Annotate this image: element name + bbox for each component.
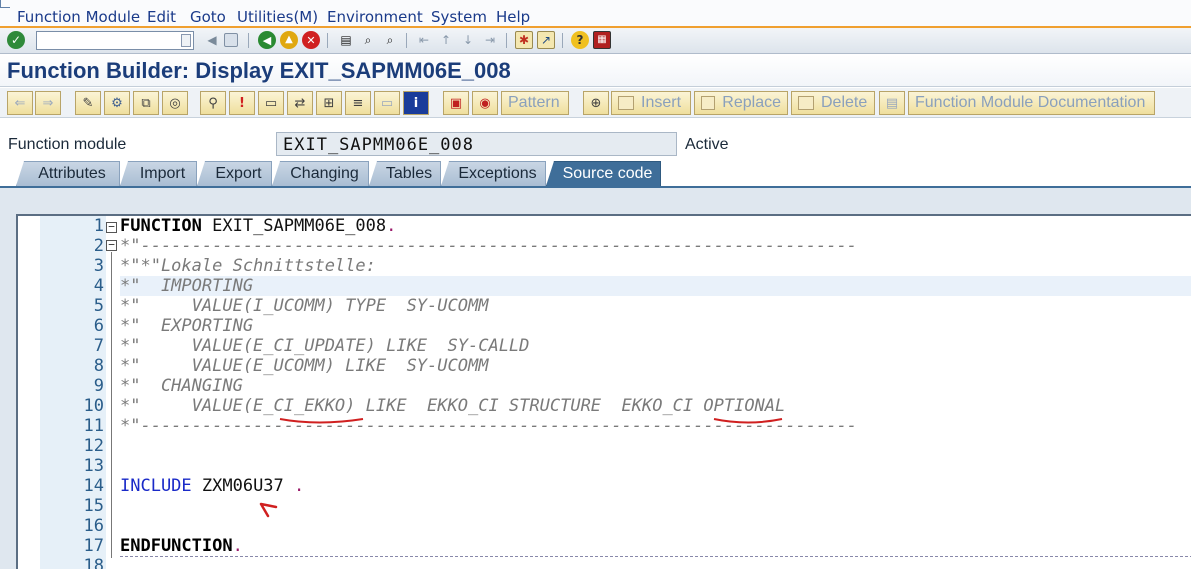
exit-icon[interactable]: ▲: [280, 31, 298, 49]
menu-help[interactable]: Help: [496, 8, 530, 26]
first-page-icon[interactable]: ⇤: [415, 31, 433, 49]
red-underline-ekko-ci: [713, 418, 783, 424]
pattern-label: Pattern: [508, 94, 560, 111]
save-icon[interactable]: [224, 33, 238, 47]
help-icon[interactable]: ?: [571, 31, 589, 49]
activate-icon[interactable]: ◎: [162, 91, 188, 115]
standard-toolbar: ✓ ◀ ◀ ▲ ✕ ▤ ⌕ ⌕ ⇤ ↑ ↓ ⇥ ✱ ↗ ? ▦: [0, 28, 1191, 54]
insert-icon: [618, 96, 634, 110]
tab-strip: Attributes Import Export Changing Tables…: [0, 160, 1191, 186]
documentation-icon[interactable]: ▤: [879, 91, 905, 115]
change-icon[interactable]: ✎: [75, 91, 101, 115]
test-icon[interactable]: ▣: [443, 91, 469, 115]
insert-statement-icon[interactable]: ⊕: [583, 91, 609, 115]
toolbar-separator: [248, 33, 249, 48]
abap-editor[interactable]: 1 2 3 4 5 6 7 8 9 10 11 12 13 14 15 16 17 18 − − FUNCTION…: [16, 214, 1191, 569]
insert-button[interactable]: Insert: [611, 91, 691, 115]
last-page-icon[interactable]: ⇥: [481, 31, 499, 49]
enter-check-icon[interactable]: ✓: [7, 31, 25, 49]
delete-icon: [798, 96, 814, 110]
replace-icon: [701, 96, 716, 110]
layout-icon[interactable]: ▦: [593, 31, 611, 49]
replace-label: Replace: [722, 94, 781, 111]
menu-function-module[interactable]: Function Module: [17, 8, 140, 26]
menu-edit[interactable]: Edit: [147, 8, 176, 26]
find-next-icon[interactable]: ⌕: [381, 31, 399, 49]
tab-changing[interactable]: Changing: [272, 161, 369, 186]
object-list-icon[interactable]: !: [229, 91, 255, 115]
where-used-icon[interactable]: ⚲: [200, 91, 226, 115]
tab-tables[interactable]: Tables: [369, 161, 441, 186]
tab-attributes[interactable]: Attributes: [16, 161, 120, 186]
tab-source-code[interactable]: Source code: [546, 161, 661, 186]
application-toolbar: ⇐ ⇒ ✎ ⚙ ⧉ ◎ ⚲ ! ▭ ⇄ ⊞ ≡ ▭ i ▣ ◉ Pattern …: [0, 88, 1191, 118]
stack-icon[interactable]: ≡: [345, 91, 371, 115]
toolbar-separator: [562, 33, 563, 48]
red-underline-e-ci-ekko: [279, 418, 364, 424]
navigation-icon[interactable]: ▭: [258, 91, 284, 115]
other-object-icon[interactable]: ⧉: [133, 91, 159, 115]
info-nav-icon[interactable]: ⇄: [287, 91, 313, 115]
menu-utilities[interactable]: Utilities(M): [237, 8, 318, 26]
history-back-icon[interactable]: ◀: [203, 31, 221, 49]
find-icon[interactable]: ⌕: [359, 31, 377, 49]
tab-import[interactable]: Import: [120, 161, 197, 186]
forward-arrow-icon[interactable]: ⇒: [35, 91, 61, 115]
prev-page-icon[interactable]: ↑: [437, 31, 455, 49]
back-arrow-icon[interactable]: ⇐: [7, 91, 33, 115]
shortcut-icon[interactable]: ↗: [537, 31, 555, 49]
delete-button[interactable]: Delete: [791, 91, 875, 115]
function-module-field[interactable]: EXIT_SAPMM06E_008: [276, 132, 677, 156]
print-icon[interactable]: ▤: [337, 31, 355, 49]
display-change-icon[interactable]: ⚙: [104, 91, 130, 115]
pattern-button[interactable]: Pattern: [501, 91, 569, 115]
insert-label: Insert: [641, 94, 682, 111]
menu-bar: Function Module Edit Goto Utilities(M) E…: [0, 0, 1191, 28]
sap-window: Function Module Edit Goto Utilities(M) E…: [0, 0, 1191, 569]
menu-goto[interactable]: Goto: [190, 8, 226, 26]
test-sequence-icon[interactable]: ◉: [472, 91, 498, 115]
tab-export[interactable]: Export: [197, 161, 272, 186]
delete-label: Delete: [821, 94, 868, 111]
window-icon[interactable]: [0, 0, 10, 8]
command-history-dropdown[interactable]: [181, 34, 191, 47]
function-module-documentation-label: Function Module Documentation: [915, 94, 1146, 111]
red-arrow-mark: [259, 502, 278, 518]
title-bar: Function Builder: Display EXIT_SAPMM06E_…: [0, 55, 1191, 87]
status-text: Active: [685, 136, 729, 153]
new-session-icon[interactable]: ✱: [515, 31, 533, 49]
info-icon[interactable]: i: [403, 91, 429, 115]
toolbar-separator: [506, 33, 507, 48]
editor-panel: 1 2 3 4 5 6 7 8 9 10 11 12 13 14 15 16 17 18 − − FUNCTION…: [0, 188, 1191, 569]
menu-system[interactable]: System: [431, 8, 487, 26]
tab-exceptions[interactable]: Exceptions: [441, 161, 546, 186]
back-icon[interactable]: ◀: [258, 31, 276, 49]
page-title: Function Builder: Display EXIT_SAPMM06E_…: [7, 58, 511, 83]
hierarchy-icon[interactable]: ⊞: [316, 91, 342, 115]
next-page-icon[interactable]: ↓: [459, 31, 477, 49]
command-field[interactable]: [36, 31, 194, 50]
function-module-documentation-button[interactable]: Function Module Documentation: [908, 91, 1155, 115]
replace-button[interactable]: Replace: [694, 91, 788, 115]
menu-environment[interactable]: Environment: [327, 8, 423, 26]
pretty-printer-icon[interactable]: ▭: [374, 91, 400, 115]
toolbar-separator: [406, 33, 407, 48]
annotation-layer: [259, 418, 783, 518]
function-module-label: Function module: [8, 136, 127, 153]
toolbar-separator: [327, 33, 328, 48]
cancel-icon[interactable]: ✕: [302, 31, 320, 49]
